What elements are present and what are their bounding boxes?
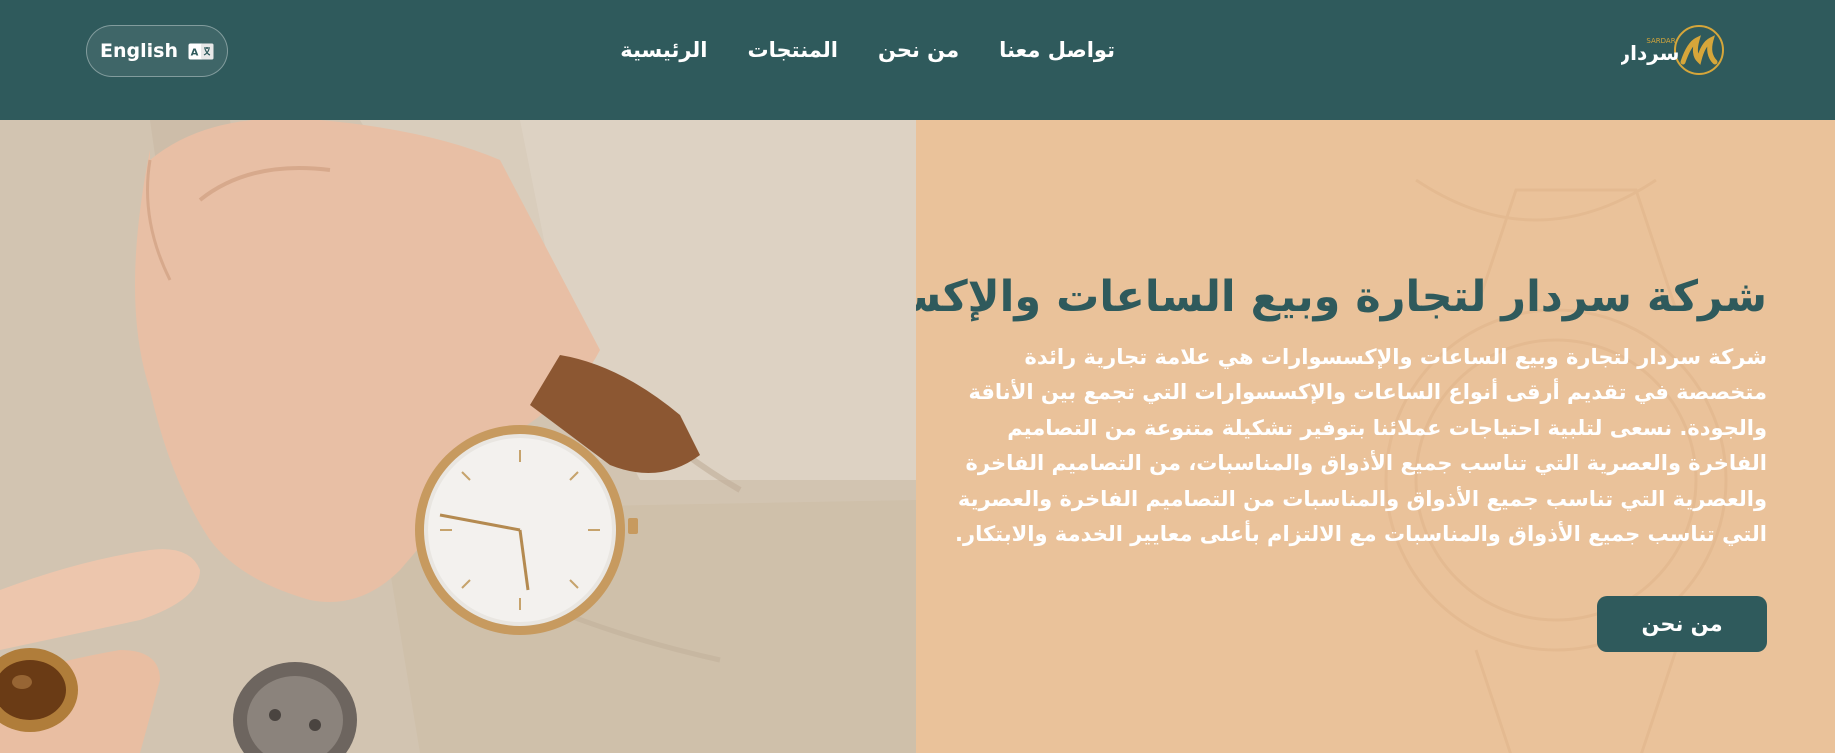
sardar-logo[interactable]: سردار SARDAR xyxy=(1618,22,1731,82)
site-header: English A الرئيسية المنتجات من نحن تواصل… xyxy=(0,0,1835,120)
hero-description: شركة سردار لتجارة وبيع الساعات والإكسسوا… xyxy=(955,344,1767,547)
nav-item-products[interactable]: المنتجات xyxy=(748,38,838,62)
translate-icon: A xyxy=(188,43,214,60)
hero-panel: شركة سردار لتجارة وبيع الساعات والإكسسوا… xyxy=(916,120,1835,753)
language-label: English xyxy=(100,40,178,62)
main-nav: الرئيسية المنتجات من نحن تواصل معنا xyxy=(620,38,1115,62)
hero-watch-photo xyxy=(0,120,916,753)
nav-item-contact[interactable]: تواصل معنا xyxy=(999,38,1115,62)
hero-title: شركة سردار لتجارة وبيع الساعات والإكسسوا… xyxy=(916,272,1767,322)
language-switch-button[interactable]: English A xyxy=(86,25,228,77)
svg-text:A: A xyxy=(191,47,199,58)
about-us-button[interactable]: من نحن xyxy=(1597,596,1767,652)
nav-item-home[interactable]: الرئيسية xyxy=(620,38,707,62)
hero-text-block: شركة سردار لتجارة وبيع الساعات والإكسسوا… xyxy=(916,272,1767,553)
logo-english-text: SARDAR xyxy=(1646,37,1675,45)
nav-item-about[interactable]: من نحن xyxy=(878,38,959,62)
